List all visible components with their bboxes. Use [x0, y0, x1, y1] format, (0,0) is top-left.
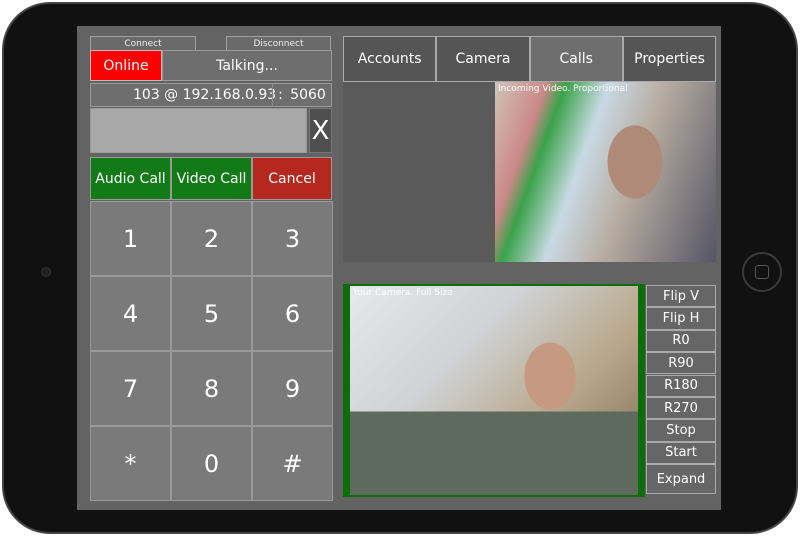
connect-button[interactable]: Connect: [90, 36, 196, 50]
status-badge: Online: [90, 50, 162, 81]
home-icon: [755, 265, 769, 279]
stop-button[interactable]: Stop: [646, 419, 716, 442]
tab-camera[interactable]: Camera: [436, 36, 530, 82]
keypad-key[interactable]: 2: [171, 201, 252, 276]
keypad-key[interactable]: 9: [252, 351, 333, 426]
flip-v-button[interactable]: Flip V: [646, 285, 716, 308]
keypad-key[interactable]: #: [252, 426, 333, 501]
tab-accounts[interactable]: Accounts: [343, 36, 437, 82]
front-camera: [41, 267, 51, 277]
video-call-button[interactable]: Video Call: [171, 157, 252, 200]
incoming-video-label: Incoming Video. Proportional: [498, 84, 628, 94]
keypad-key[interactable]: 5: [171, 276, 252, 351]
audio-call-button[interactable]: Audio Call: [90, 157, 171, 200]
port-value: 5060: [290, 87, 326, 103]
start-button[interactable]: Start: [646, 441, 716, 464]
keypad-key[interactable]: 7: [90, 351, 171, 426]
cancel-button[interactable]: Cancel: [252, 157, 332, 200]
tab-properties[interactable]: Properties: [622, 36, 717, 82]
r270-button[interactable]: R270: [646, 397, 716, 420]
keypad-key[interactable]: 8: [171, 351, 252, 426]
video-area-empty: [343, 82, 495, 262]
keypad-key[interactable]: 1: [90, 201, 171, 276]
keypad-key[interactable]: 3: [252, 201, 333, 276]
keypad-key[interactable]: 0: [171, 426, 252, 501]
call-state: Talking...: [162, 50, 332, 81]
keypad-key[interactable]: 4: [90, 276, 171, 351]
local-video-label: Your Camera. Full Size: [353, 288, 453, 298]
flip-h-button[interactable]: Flip H: [646, 307, 716, 330]
disconnect-button[interactable]: Disconnect: [226, 36, 331, 50]
local-camera-video: Your Camera. Full Size: [343, 284, 645, 497]
clear-button[interactable]: X: [309, 108, 332, 153]
incoming-video: Incoming Video. Proportional: [495, 82, 716, 262]
r0-button[interactable]: R0: [646, 329, 716, 352]
keypad-key[interactable]: *: [90, 426, 171, 501]
r90-button[interactable]: R90: [646, 352, 716, 375]
number-input[interactable]: [90, 108, 307, 153]
account-address: 103 @ 192.168.0.93: [133, 87, 277, 103]
expand-button[interactable]: Expand: [646, 464, 716, 495]
home-button[interactable]: [742, 252, 782, 292]
r180-button[interactable]: R180: [646, 374, 716, 397]
tab-calls[interactable]: Calls: [529, 36, 623, 82]
keypad-key[interactable]: 6: [252, 276, 333, 351]
